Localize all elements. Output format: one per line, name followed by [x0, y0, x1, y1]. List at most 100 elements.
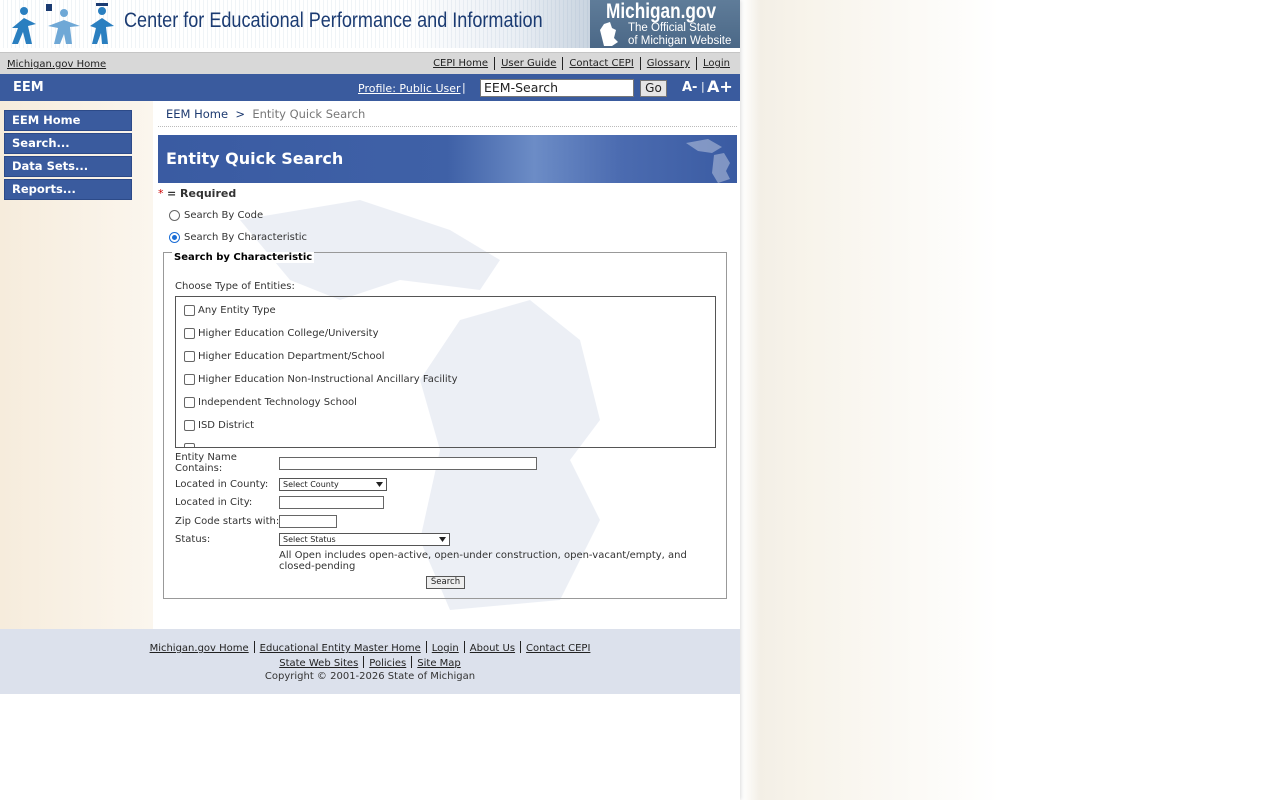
glossary-link[interactable]: Glossary: [647, 58, 690, 69]
utility-links: CEPI Home User Guide Contact CEPI Glossa…: [433, 57, 730, 70]
nav-eem-home[interactable]: EEM Home: [4, 110, 132, 131]
divider: [562, 57, 564, 70]
checkbox[interactable]: [184, 305, 195, 316]
divider: [463, 641, 465, 653]
divider: [520, 641, 522, 653]
choose-entity-label: Choose Type of Entities:: [175, 281, 295, 292]
cepi-logo-icon: [12, 3, 114, 44]
breadcrumb-current: Entity Quick Search: [252, 107, 366, 121]
left-sidebar: EEM Home Search... Data Sets... Reports.…: [0, 101, 153, 629]
michigan-gov-badge[interactable]: Michigan.gov The Official State of Michi…: [590, 0, 740, 48]
entity-type-checkbox-partial[interactable]: [184, 443, 198, 447]
radio-circle-selected[interactable]: [169, 232, 180, 243]
checkbox[interactable]: [184, 397, 195, 408]
footer-contact-cepi-link[interactable]: Contact CEPI: [526, 643, 590, 654]
profile-link[interactable]: Profile: Public User: [358, 82, 461, 95]
status-note: All Open includes open-active, open-unde…: [279, 550, 687, 572]
footer-links-row1: Michigan.gov Home Educational Entity Mast…: [0, 641, 740, 654]
zip-input[interactable]: [279, 515, 337, 528]
michigan-gov-home-link[interactable]: Michigan.gov Home: [7, 59, 106, 70]
entity-type-checkbox[interactable]: Higher Education Non-Instructional Ancil…: [184, 374, 458, 385]
fieldset-legend: Search by Characteristic: [172, 252, 315, 263]
checkbox-label: Higher Education Department/School: [198, 351, 385, 362]
increase-font-button[interactable]: A+: [707, 77, 733, 96]
contact-cepi-link[interactable]: Contact CEPI: [569, 58, 633, 69]
breadcrumb-divider: [158, 126, 737, 127]
entity-type-checkbox[interactable]: Higher Education Department/School: [184, 351, 384, 362]
footer-copyright: Copyright © 2001-2026 State of Michigan: [264, 671, 476, 682]
divider: [363, 656, 365, 668]
user-guide-link[interactable]: User Guide: [501, 58, 556, 69]
footer: Michigan.gov Home Educational Entity Mast…: [0, 629, 740, 694]
city-label: Located in City:: [175, 497, 253, 508]
michigan-sub-line1: The Official State: [628, 22, 716, 34]
divider: |: [701, 80, 705, 93]
nav-reports[interactable]: Reports...: [4, 179, 132, 200]
decrease-font-button[interactable]: A-: [682, 80, 697, 95]
radio-circle[interactable]: [169, 210, 180, 221]
entity-name-label: Entity Name Contains:: [175, 452, 237, 474]
county-select-value: Select County: [283, 480, 339, 489]
login-link[interactable]: Login: [703, 58, 730, 69]
checkbox[interactable]: [184, 328, 195, 339]
page-header: Entity Quick Search: [158, 135, 737, 183]
footer-michigan-gov-home-link[interactable]: Michigan.gov Home: [150, 643, 249, 654]
status-label: Status:: [175, 534, 211, 545]
michigan-sub-line2: of Michigan Website: [628, 35, 732, 47]
divider: [425, 641, 427, 653]
entity-type-checkbox[interactable]: Higher Education College/University: [184, 328, 379, 339]
nav-search[interactable]: Search...: [4, 133, 132, 154]
entity-type-checkbox[interactable]: Any Entity Type: [184, 305, 276, 316]
footer-links-row2: State Web Sites Policies Site Map: [0, 656, 740, 669]
nav-data-sets[interactable]: Data Sets...: [4, 156, 132, 177]
footer-site-map-link[interactable]: Site Map: [417, 658, 460, 669]
required-star: *: [158, 187, 164, 200]
entity-type-checkbox[interactable]: ISD District: [184, 420, 254, 431]
status-select[interactable]: Select Status: [279, 533, 450, 546]
city-input[interactable]: [279, 496, 384, 509]
radio-label: Search By Characteristic: [184, 232, 308, 243]
chevron-down-icon: [376, 482, 383, 487]
entity-name-input[interactable]: [279, 457, 537, 470]
cepi-home-link[interactable]: CEPI Home: [433, 58, 488, 69]
checkbox[interactable]: [184, 420, 195, 431]
radio-search-by-code[interactable]: Search By Code: [169, 210, 263, 221]
header-banner: Center for Educational Performance and I…: [0, 0, 740, 48]
required-note: * = Required: [158, 187, 236, 200]
divider: [639, 57, 641, 70]
entity-type-checkbox[interactable]: Independent Technology School: [184, 397, 357, 408]
footer-eem-home-link[interactable]: Educational Entity Master Home: [260, 643, 421, 654]
entity-type-list[interactable]: Any Entity Type Higher Education College…: [175, 296, 716, 448]
checkbox[interactable]: [184, 443, 195, 447]
divider: [494, 57, 496, 70]
county-label: Located in County:: [175, 479, 269, 490]
utility-bar: Michigan.gov Home CEPI Home User Guide C…: [0, 52, 740, 75]
michigan-map-icon: [686, 139, 730, 183]
checkbox[interactable]: [184, 374, 195, 385]
divider: [696, 57, 698, 70]
page-title: Entity Quick Search: [166, 149, 344, 168]
divider: [253, 641, 255, 653]
footer-about-us-link[interactable]: About Us: [470, 643, 515, 654]
site-title: Center for Educational Performance and I…: [124, 9, 543, 32]
checkbox-label: Any Entity Type: [198, 305, 276, 316]
footer-login-link[interactable]: Login: [432, 643, 459, 654]
breadcrumb-separator: >: [235, 107, 246, 121]
radio-search-by-characteristic[interactable]: Search By Characteristic: [169, 232, 307, 243]
search-button[interactable]: Search: [426, 576, 465, 589]
footer-policies-link[interactable]: Policies: [369, 658, 406, 669]
checkbox[interactable]: [184, 351, 195, 362]
checkbox-label: ISD District: [198, 420, 255, 431]
checkbox-label: Higher Education Non-Instructional Ancil…: [198, 374, 458, 385]
footer-state-web-sites-link[interactable]: State Web Sites: [279, 658, 358, 669]
zip-label: Zip Code starts with:: [175, 516, 280, 527]
go-button[interactable]: Go: [640, 80, 667, 97]
breadcrumb-home-link[interactable]: EEM Home: [166, 107, 228, 121]
county-select[interactable]: Select County: [279, 478, 387, 491]
divider: |: [462, 81, 466, 94]
breadcrumb: EEM Home > Entity Quick Search: [166, 107, 365, 121]
required-text: = Required: [167, 187, 237, 200]
status-select-value: Select Status: [283, 535, 336, 544]
checkbox-label: Higher Education College/University: [198, 328, 379, 339]
search-input[interactable]: EEM-Search: [480, 79, 634, 97]
